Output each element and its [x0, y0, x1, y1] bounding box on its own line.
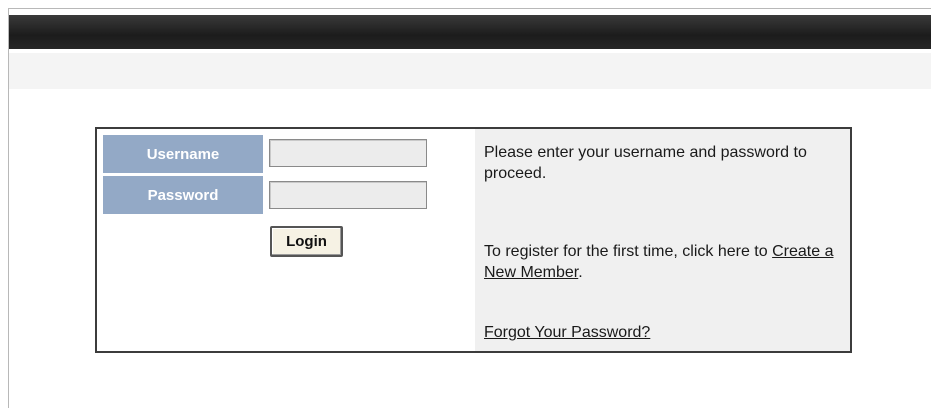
- forgot-password-text: Forgot Your Password?: [484, 322, 650, 343]
- sub-header-bar: [9, 53, 931, 89]
- register-suffix: .: [578, 264, 583, 281]
- password-input[interactable]: [269, 181, 427, 209]
- register-prompt: To register for the first time, click he…: [484, 243, 768, 260]
- password-label: Password: [103, 176, 263, 214]
- login-panel: Username Password Login Please enter you…: [95, 127, 852, 353]
- header-bar: [9, 15, 931, 49]
- login-button[interactable]: Login: [270, 226, 343, 257]
- page-frame: Username Password Login Please enter you…: [8, 8, 931, 408]
- info-panel: Please enter your username and password …: [475, 129, 850, 351]
- username-label: Username: [103, 135, 263, 173]
- register-text: To register for the first time, click he…: [484, 241, 844, 283]
- username-input[interactable]: [269, 139, 427, 167]
- login-instructions: Please enter your username and password …: [484, 144, 807, 182]
- forgot-password-link[interactable]: Forgot Your Password?: [484, 324, 650, 341]
